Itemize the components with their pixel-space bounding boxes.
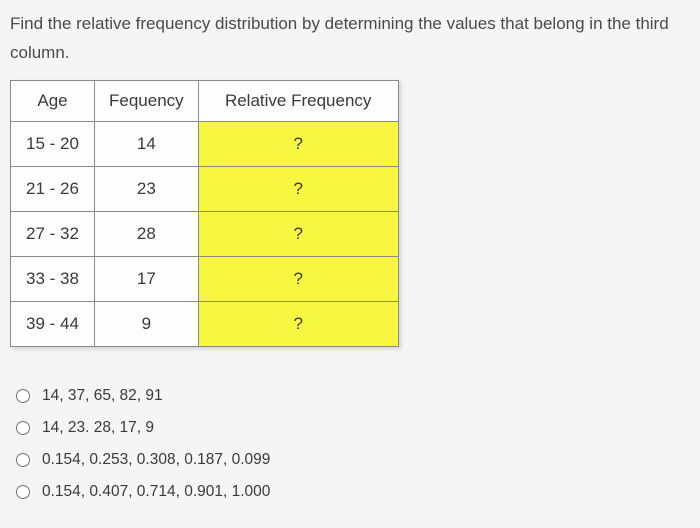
table-row: 21 - 26 23 ?: [11, 166, 399, 211]
table-header-row: Age Fequency Relative Frequency: [11, 80, 399, 121]
option-1-radio[interactable]: [16, 389, 30, 403]
cell-age: 21 - 26: [11, 166, 95, 211]
option-1[interactable]: 14, 37, 65, 82, 91: [10, 387, 690, 405]
option-2-label: 14, 23. 28, 17, 9: [42, 419, 154, 437]
table-row: 33 - 38 17 ?: [11, 256, 399, 301]
cell-relative-frequency: ?: [198, 256, 398, 301]
option-1-label: 14, 37, 65, 82, 91: [42, 387, 163, 405]
option-3[interactable]: 0.154, 0.253, 0.308, 0.187, 0.099: [10, 451, 690, 469]
cell-age: 15 - 20: [11, 121, 95, 166]
option-3-radio[interactable]: [16, 453, 30, 467]
option-4-radio[interactable]: [16, 485, 30, 499]
table-row: 15 - 20 14 ?: [11, 121, 399, 166]
header-age: Age: [11, 80, 95, 121]
answer-options: 14, 37, 65, 82, 91 14, 23. 28, 17, 9 0.1…: [10, 387, 690, 501]
cell-relative-frequency: ?: [198, 211, 398, 256]
cell-age: 39 - 44: [11, 301, 95, 346]
header-relative-frequency: Relative Frequency: [198, 80, 398, 121]
cell-frequency: 17: [95, 256, 199, 301]
frequency-table: Age Fequency Relative Frequency 15 - 20 …: [10, 80, 399, 347]
cell-age: 33 - 38: [11, 256, 95, 301]
cell-frequency: 23: [95, 166, 199, 211]
cell-relative-frequency: ?: [198, 121, 398, 166]
cell-relative-frequency: ?: [198, 166, 398, 211]
cell-age: 27 - 32: [11, 211, 95, 256]
question-prompt: Find the relative frequency distribution…: [10, 10, 690, 68]
question-container: Find the relative frequency distribution…: [0, 0, 700, 511]
table-row: 27 - 32 28 ?: [11, 211, 399, 256]
header-frequency: Fequency: [95, 80, 199, 121]
cell-frequency: 28: [95, 211, 199, 256]
table-row: 39 - 44 9 ?: [11, 301, 399, 346]
option-3-label: 0.154, 0.253, 0.308, 0.187, 0.099: [42, 451, 270, 469]
cell-relative-frequency: ?: [198, 301, 398, 346]
option-4-label: 0.154, 0.407, 0.714, 0.901, 1.000: [42, 483, 270, 501]
option-2-radio[interactable]: [16, 421, 30, 435]
cell-frequency: 14: [95, 121, 199, 166]
option-2[interactable]: 14, 23. 28, 17, 9: [10, 419, 690, 437]
cell-frequency: 9: [95, 301, 199, 346]
option-4[interactable]: 0.154, 0.407, 0.714, 0.901, 1.000: [10, 483, 690, 501]
